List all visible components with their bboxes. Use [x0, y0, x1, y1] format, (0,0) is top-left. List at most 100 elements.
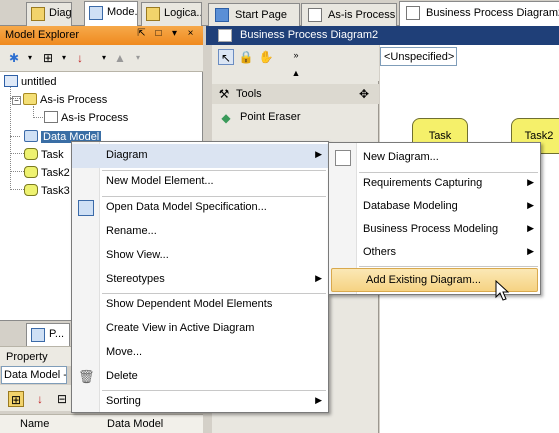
menu-label: Rename...: [106, 225, 157, 237]
tab-asis-process[interactable]: As-is Process: [301, 3, 397, 26]
tree-node-task3[interactable]: Task3: [24, 182, 70, 199]
task-icon: [24, 184, 38, 196]
project-icon: [4, 75, 18, 87]
palette-item-point-eraser[interactable]: ◆ Point Eraser: [212, 108, 379, 128]
tab-start-page[interactable]: Start Page: [208, 3, 300, 26]
menu-item-create-view[interactable]: Create View in Active Diagram: [72, 317, 328, 341]
trash-icon: 🗑: [78, 369, 95, 384]
submenu-arrow-icon: ▶: [527, 177, 534, 187]
expand-palette-icon[interactable]: »: [288, 47, 304, 63]
menu-item-sorting[interactable]: Sorting ▶: [72, 390, 328, 414]
diagram-navigator-icon: [31, 7, 45, 21]
editor-tab-bar: Start Page As-is Process Business Proces…: [203, 0, 559, 27]
menu-label: Delete: [106, 370, 138, 382]
submenu-arrow-icon: ▶: [527, 246, 534, 256]
tab-diagram-navigator[interactable]: Diag...: [26, 2, 72, 26]
tab-business-process-diagram2[interactable]: Business Process Diagram2: [399, 1, 559, 27]
specification-icon: [78, 200, 94, 216]
menu-item-new-model-element[interactable]: New Model Element...: [72, 170, 328, 194]
menu-item-delete[interactable]: 🗑 Delete: [72, 365, 328, 389]
node-label: untitled: [21, 76, 57, 88]
filter-icon[interactable]: ⊟: [54, 391, 70, 407]
new-model-icon[interactable]: ✱: [6, 50, 22, 66]
model-structure-icon[interactable]: ⊞: [40, 50, 56, 66]
menu-label: Show Dependent Model Elements: [106, 298, 273, 310]
menu-item-stereotypes[interactable]: Stereotypes ▶: [72, 268, 328, 292]
submenu-arrow-icon: ▶: [315, 395, 322, 405]
tree-node-task[interactable]: Task: [24, 146, 64, 163]
menu-item-open-specification[interactable]: Open Data Model Specification...: [72, 196, 328, 220]
tab-label: Diag...: [49, 7, 72, 19]
chevron-down-icon[interactable]: ▾: [96, 50, 112, 66]
node-label: Task3: [41, 185, 70, 197]
folder-icon: [23, 93, 37, 105]
tab-label: Business Process Diagram2: [426, 7, 559, 19]
data-model-icon: [24, 130, 38, 142]
diagram-title-bar: Business Process Diagram2: [206, 26, 559, 45]
tab-model-explorer[interactable]: Mode...: [84, 1, 138, 27]
menu-label: Stereotypes: [106, 273, 165, 285]
submenu-item-requirements-capturing[interactable]: Requirements Capturing ▶: [329, 172, 540, 196]
chevron-down-icon[interactable]: ▾: [56, 50, 72, 66]
tab-label: P...: [49, 328, 65, 340]
menu-label: Show View...: [106, 249, 169, 261]
menu-label: Database Modeling: [363, 200, 458, 212]
triangle-up-icon[interactable]: ▲: [288, 65, 304, 81]
diagram-icon: [218, 29, 232, 42]
sort-icon[interactable]: ↓: [32, 391, 48, 407]
chevron-down-icon[interactable]: ▾: [130, 50, 146, 66]
value-cell: Data Model: [107, 418, 164, 430]
submenu-item-others[interactable]: Others ▶: [329, 241, 540, 265]
section-label: Tools: [236, 88, 262, 100]
submenu-arrow-icon: ▶: [527, 223, 534, 233]
up-icon[interactable]: ▲: [112, 50, 128, 66]
eraser-icon: ◆: [221, 111, 231, 125]
hand-icon[interactable]: ✋: [258, 49, 274, 65]
menu-icon[interactable]: ▾: [168, 28, 181, 41]
menu-label: Add Existing Diagram...: [366, 274, 481, 286]
tree-node-project[interactable]: untitled: [4, 73, 56, 90]
float-icon[interactable]: ⇱: [135, 28, 148, 41]
submenu-arrow-icon: ▶: [315, 149, 322, 159]
menu-item-rename[interactable]: Rename...: [72, 220, 328, 244]
tree-node-asis-diagram[interactable]: As-is Process: [44, 109, 128, 126]
lock-icon[interactable]: 🔒: [238, 49, 254, 65]
menu-label: Others: [363, 246, 397, 258]
tab-logical-view[interactable]: Logica...: [141, 2, 202, 26]
menu-label: Create View in Active Diagram: [106, 322, 255, 334]
menu-item-move[interactable]: Move...: [72, 341, 328, 365]
close-icon[interactable]: ×: [184, 28, 197, 41]
tree-node-asis-process[interactable]: − As-is Process: [12, 91, 107, 108]
new-diagram-icon: [335, 150, 351, 166]
submenu-item-business-process-modeling[interactable]: Business Process Modeling ▶: [329, 218, 540, 242]
diagram-title: Business Process Diagram2: [240, 29, 379, 41]
left-tab-bar: Diag... Mode... Logica...: [0, 0, 203, 27]
diagram-icon: [308, 8, 322, 22]
property-element-select[interactable]: Data Model - (: [1, 366, 67, 384]
chevron-down-icon[interactable]: ▾: [22, 50, 38, 66]
menu-item-show-dependent[interactable]: Show Dependent Model Elements: [72, 293, 328, 317]
tab-label: Logica...: [164, 7, 202, 19]
categorize-icon[interactable]: ⊞: [8, 391, 24, 407]
submenu-item-database-modeling[interactable]: Database Modeling ▶: [329, 195, 540, 219]
maximize-icon[interactable]: □: [152, 28, 165, 41]
submenu-item-new-diagram[interactable]: New Diagram...: [329, 146, 540, 170]
tree-node-task2[interactable]: Task2: [24, 164, 70, 181]
name-column-header[interactable]: Name: [20, 418, 49, 430]
move-icon[interactable]: ✥: [356, 86, 372, 102]
home-icon: [215, 8, 229, 22]
diagram-submenu: New Diagram... Requirements Capturing ▶ D…: [328, 142, 541, 295]
node-label: As-is Process: [40, 94, 108, 106]
menu-label: Open Data Model Specification...: [106, 201, 267, 213]
menu-item-show-view[interactable]: Show View...: [72, 244, 328, 268]
menu-item-diagram[interactable]: Diagram ▶: [72, 144, 328, 168]
unspecified-field[interactable]: <Unspecified>: [380, 47, 457, 66]
panel-title: Model Explorer: [5, 29, 79, 41]
sort-icon[interactable]: ↓: [72, 50, 88, 66]
property-columns: Name Data Model: [0, 414, 203, 433]
selector-icon[interactable]: ↖: [218, 49, 234, 65]
palette-section-tools[interactable]: ⚒ Tools ✥: [212, 84, 379, 104]
task-icon: [24, 148, 38, 160]
collapse-icon[interactable]: −: [12, 96, 21, 105]
unspecified-label: <Unspecified>: [384, 51, 455, 63]
